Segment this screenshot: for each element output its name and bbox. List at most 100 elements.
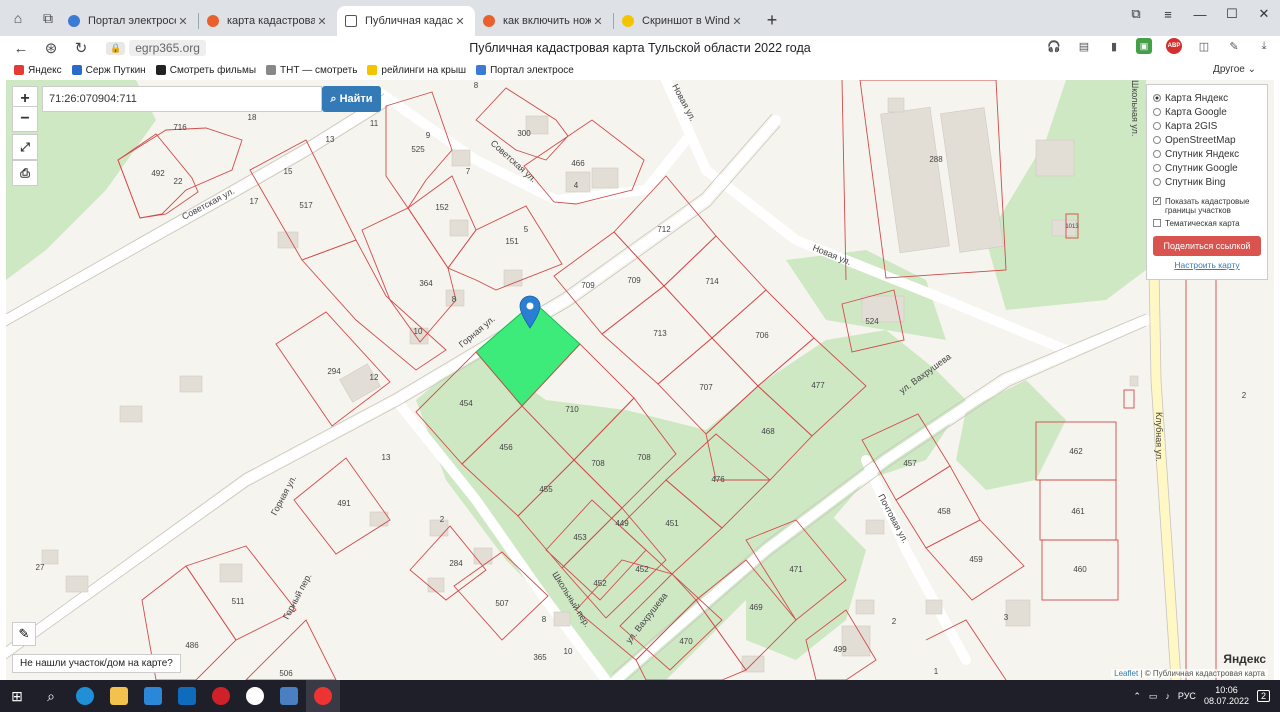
building (925, 599, 943, 615)
radio[interactable] (1153, 136, 1161, 144)
thematic-map-option[interactable]: Тематическая карта (1153, 219, 1261, 228)
radio[interactable] (1153, 122, 1161, 130)
volume-icon[interactable]: ♪ (1165, 691, 1170, 701)
language-indicator[interactable]: РУС (1178, 691, 1196, 701)
bookmark-icon[interactable]: ▮ (1106, 38, 1122, 54)
other-bookmarks[interactable]: Другое ⌄ (1213, 64, 1256, 75)
bookmark-item[interactable]: рейлинги на крыш (367, 65, 466, 76)
yandex-taskbar-button[interactable] (238, 680, 272, 712)
bookmark-item[interactable]: Портал электросе (476, 65, 574, 76)
tab-2[interactable]: Публичная кадастрова ✕ (337, 6, 475, 36)
close-tab-icon[interactable]: ✕ (315, 15, 329, 28)
yandex-active-taskbar-button[interactable] (306, 680, 340, 712)
new-tab-button[interactable]: + (760, 8, 784, 32)
not-found-button[interactable]: Не нашли участок/дом на карте? (12, 654, 181, 673)
adblock-plus-icon[interactable]: ABP (1166, 38, 1182, 54)
toolbar-icons: 🎧 ▤ ▮ ▣ ABP ◫ ✎ ⤓ (1046, 38, 1272, 54)
url-field[interactable]: 🔒 egrp365.org (106, 40, 406, 56)
parcel-number: 12 (370, 373, 379, 382)
close-tab-icon[interactable]: ✕ (730, 15, 744, 28)
share-link-button[interactable]: Поделиться ссылкой (1153, 236, 1261, 256)
show-cadastral-option[interactable]: ✓ Показать кадастровые границы участков (1153, 197, 1261, 215)
layer-option-osm[interactable]: OpenStreetMap (1153, 133, 1261, 147)
minimize-icon[interactable]: — (1184, 0, 1216, 28)
bookmark-item[interactable]: ТНТ — смотреть (266, 65, 357, 76)
radio[interactable] (1153, 178, 1161, 186)
layer-option-yandex-map[interactable]: Карта Яндекс (1153, 91, 1261, 105)
reader-mode-icon[interactable]: ▤ (1076, 38, 1092, 54)
store-taskbar-button[interactable] (136, 680, 170, 712)
yandex-protect-icon[interactable]: ⊛ (36, 39, 66, 57)
start-button[interactable]: ⊞ (0, 680, 34, 712)
layer-option-2gis-map[interactable]: Карта 2GIS (1153, 119, 1261, 133)
tab-4[interactable]: Скриншот в Windows 10 с ✕ (614, 6, 752, 36)
parcel-boundary (361, 207, 457, 343)
parcel-number: 364 (419, 279, 433, 288)
draw-pencil-icon[interactable]: ✎ (12, 622, 36, 646)
notifications-icon[interactable]: 2 (1256, 690, 1270, 702)
fullscreen-icon[interactable]: ⤢ (12, 134, 38, 160)
radio[interactable] (1153, 150, 1161, 158)
layer-option-bing-satellite[interactable]: Спутник Bing (1153, 175, 1261, 189)
layer-option-google-map[interactable]: Карта Google (1153, 105, 1261, 119)
search-button[interactable]: ⌕ Найти (322, 86, 381, 112)
mail-taskbar-button[interactable] (170, 680, 204, 712)
maximize-icon[interactable]: ☐ (1216, 0, 1248, 28)
edge-taskbar-button[interactable] (68, 680, 102, 712)
leaflet-link[interactable]: Leaflet (1114, 669, 1138, 678)
opera-taskbar-button[interactable] (204, 680, 238, 712)
network-icon[interactable]: ▭ (1149, 691, 1158, 702)
tab-0[interactable]: Портал электросетевых у ✕ (60, 6, 198, 36)
extensions-icon[interactable]: ⧉ (1120, 0, 1152, 28)
parcel-number: 11 (370, 119, 379, 128)
map-canvas[interactable]: Советская ул. Советская ул. Новая ул. Но… (6, 80, 1274, 680)
close-tab-icon[interactable]: ✕ (591, 15, 605, 28)
app-taskbar-button[interactable] (272, 680, 306, 712)
headphones-icon[interactable]: 🎧 (1046, 38, 1062, 54)
close-tab-icon[interactable]: ✕ (176, 15, 190, 28)
extension-icon[interactable]: ▣ (1136, 38, 1152, 54)
tab-favicon-icon (345, 15, 357, 27)
reload-icon[interactable]: ↻ (66, 39, 96, 57)
map-area[interactable]: Советская ул. Советская ул. Новая ул. Но… (6, 80, 1274, 680)
close-tab-icon[interactable]: ✕ (453, 15, 467, 28)
layer-option-yandex-satellite[interactable]: Спутник Яндекс (1153, 147, 1261, 161)
close-window-icon[interactable]: ✕ (1248, 0, 1280, 28)
checkbox-checked[interactable]: ✓ (1153, 197, 1161, 205)
configure-map-link[interactable]: Настроить карту (1153, 260, 1261, 270)
print-icon[interactable]: ⎙ (12, 160, 38, 186)
parcel-number: 1013 (1065, 224, 1079, 230)
tab-strip: ⌂ ⧉ Портал электросетевых у ✕ карта када… (0, 0, 1280, 36)
radio-selected[interactable] (1153, 94, 1161, 102)
bookmark-item[interactable]: Смотреть фильмы (155, 65, 256, 76)
tab-3[interactable]: как включить ножницы о ✕ (475, 6, 613, 36)
explorer-taskbar-button[interactable] (102, 680, 136, 712)
collections-icon[interactable]: ◫ (1196, 38, 1212, 54)
radio[interactable] (1153, 108, 1161, 116)
zoom-out-button[interactable]: − (12, 106, 38, 132)
layer-option-google-satellite[interactable]: Спутник Google (1153, 161, 1261, 175)
download-icon[interactable]: ⤓ (1256, 38, 1272, 54)
checkbox[interactable] (1153, 219, 1161, 227)
radio[interactable] (1153, 164, 1161, 172)
parcel-number: 525 (411, 145, 425, 154)
chevron-up-icon[interactable]: ⌃ (1133, 691, 1141, 702)
building (553, 611, 571, 627)
folder-icon (110, 687, 128, 705)
back-icon[interactable]: ← (6, 40, 36, 57)
checkbox-label: Показать кадастровые границы участков (1165, 197, 1250, 215)
cadastral-search-input[interactable]: 71:26:070904:711 (42, 86, 322, 112)
search-taskbar-button[interactable]: ⌕ (34, 680, 68, 712)
workspaces-icon[interactable]: ⌂ (6, 6, 30, 30)
menu-icon[interactable]: ≡ (1152, 0, 1184, 28)
lock-icon[interactable]: 🔒 (106, 41, 126, 55)
screenshot-icon[interactable]: ✎ (1226, 38, 1242, 54)
tab-actions-icon[interactable]: ⧉ (36, 6, 60, 30)
parcel-number: 708 (591, 459, 605, 468)
clock[interactable]: 10:06 08.07.2022 (1204, 685, 1249, 707)
parcel-number: 709 (627, 276, 641, 285)
tab-1[interactable]: карта кадастровая публи ✕ (199, 6, 337, 36)
url-domain[interactable]: egrp365.org (129, 40, 206, 56)
bookmark-item[interactable]: Яндекс (14, 65, 62, 76)
bookmark-item[interactable]: Серж Путкин (71, 65, 146, 76)
